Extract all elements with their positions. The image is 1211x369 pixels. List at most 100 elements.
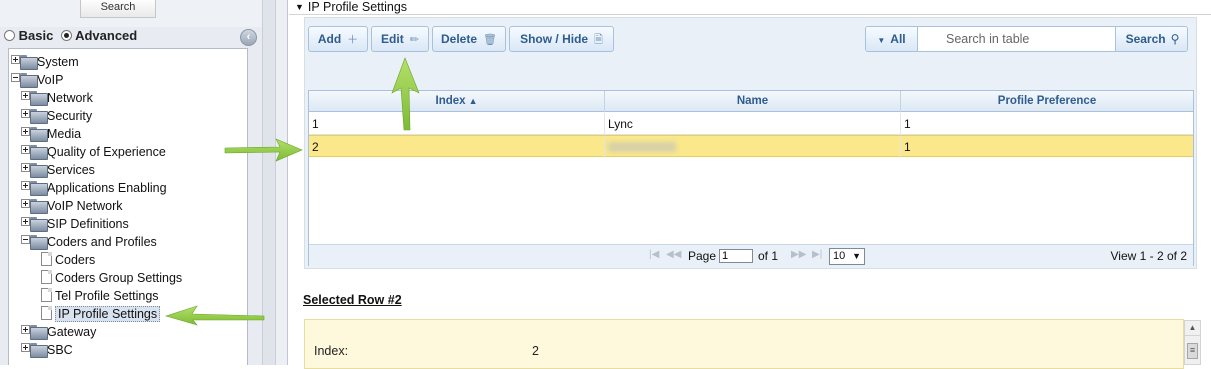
tree-item-voip[interactable]: VoIP <box>11 72 63 89</box>
folder-icon <box>30 199 48 214</box>
expand-icon[interactable] <box>21 127 30 136</box>
collapse-nav-button[interactable]: ‹ <box>240 29 257 46</box>
expand-icon[interactable] <box>21 181 30 190</box>
page-icon <box>41 306 52 320</box>
tree-item-sip-definitions[interactable]: SIP Definitions <box>21 216 129 233</box>
expand-icon[interactable] <box>21 217 30 226</box>
page-count-label: of 1 <box>758 249 779 263</box>
expand-icon[interactable] <box>21 325 30 334</box>
page-title-bar[interactable]: ▼ IP Profile Settings <box>289 0 1211 15</box>
collapse-triangle-icon[interactable]: ▼ <box>295 0 304 14</box>
left-navigation: Search Basic Advanced ‹ System VoIP Netw… <box>0 0 262 365</box>
selected-row-details: Index: 2 <box>304 319 1184 369</box>
nav-search-area: Search <box>0 0 262 27</box>
main-content: ▼ IP Profile Settings Add ＋ Edit ✏ Delete 🗑 … <box>289 0 1211 369</box>
page-number-input[interactable] <box>719 249 753 263</box>
pencil-icon: ✏ <box>409 34 419 46</box>
prev-page-icon[interactable]: ◀◀ <box>666 249 681 260</box>
redacted-name <box>608 142 676 152</box>
cell-profile-preference: 1 <box>904 140 911 154</box>
view-range-label: View 1 - 2 of 2 <box>1110 249 1188 263</box>
pane-splitter-inner <box>276 0 288 365</box>
details-scrollbar[interactable]: ▲ ≡ <box>1184 320 1201 365</box>
tree-item-quality-of-experience[interactable]: Quality of Experience <box>21 144 166 161</box>
tree-item-coders-and-profiles[interactable]: Coders and Profiles <box>21 234 157 251</box>
page-icon <box>41 252 52 266</box>
nav-search-button[interactable]: Search <box>80 0 156 18</box>
cell-name-obscured <box>605 136 901 158</box>
expand-icon[interactable] <box>21 199 30 208</box>
advanced-radio[interactable] <box>60 30 72 41</box>
cell-index: 1 <box>309 113 605 135</box>
folder-icon <box>30 181 48 196</box>
cell-index: 2 <box>309 136 605 158</box>
tree-item-applications-enabling[interactable]: Applications Enabling <box>21 180 167 197</box>
column-header-profile-preference[interactable]: Profile Preference <box>901 91 1193 112</box>
expand-icon[interactable] <box>11 55 20 64</box>
table-search-input[interactable] <box>919 27 1115 51</box>
tree-item-services[interactable]: Services <box>21 162 95 179</box>
tree-item-network[interactable]: Network <box>21 90 93 107</box>
add-button[interactable]: Add ＋ <box>308 26 368 52</box>
advanced-label[interactable]: Advanced <box>75 28 137 43</box>
table-header: Index ▲ Name Profile Preference <box>309 91 1193 112</box>
page-label: Page <box>688 249 717 263</box>
selected-row-title: Selected Row #2 <box>303 293 402 307</box>
tree-item-voip-network[interactable]: VoIP Network <box>21 198 123 215</box>
scroll-up-icon[interactable]: ▲ <box>1185 321 1200 336</box>
sort-asc-icon: ▲ <box>468 96 478 106</box>
tree-item-gateway[interactable]: Gateway <box>21 324 96 341</box>
collapse-icon[interactable] <box>11 73 20 82</box>
table-row[interactable]: 1 Lync 1 <box>309 113 1193 135</box>
folder-icon <box>30 91 48 106</box>
delete-button[interactable]: Delete 🗑 <box>432 26 506 52</box>
column-header-index[interactable]: Index ▲ <box>309 91 605 112</box>
tree-item-sbc[interactable]: SBC <box>21 342 73 359</box>
scroll-thumb[interactable]: ≡ <box>1187 343 1198 359</box>
tree-item-media[interactable]: Media <box>21 126 81 143</box>
plus-icon: ＋ <box>347 34 359 46</box>
expand-icon[interactable] <box>21 91 30 100</box>
filter-all-dropdown[interactable]: ▼ All <box>866 27 918 51</box>
basic-label[interactable]: Basic <box>19 28 54 43</box>
cell-name: Lync <box>605 113 901 135</box>
folder-icon <box>30 343 48 358</box>
page-icon <box>41 270 52 284</box>
first-page-icon[interactable]: |◀ <box>649 249 659 260</box>
navigation-tree: System VoIP Network Security Media Quali… <box>8 48 248 365</box>
tree-item-coders-group-settings[interactable]: Coders Group Settings <box>41 270 182 287</box>
table-search-button[interactable]: Search ⚲ <box>1115 27 1187 51</box>
expand-icon[interactable] <box>21 145 30 154</box>
tree-item-system[interactable]: System <box>11 54 79 71</box>
tree-item-ip-profile-settings[interactable]: IP Profile Settings <box>41 306 161 323</box>
collapse-icon[interactable] <box>21 235 30 244</box>
pane-splitter[interactable] <box>262 0 276 365</box>
cell-profile-preference: 1 <box>904 117 911 131</box>
expand-icon[interactable] <box>21 163 30 172</box>
expand-icon[interactable] <box>21 343 30 352</box>
next-page-icon[interactable]: ▶▶ <box>791 249 806 260</box>
mode-selector: Basic Advanced <box>4 28 261 48</box>
edit-button[interactable]: Edit ✏ <box>371 26 429 52</box>
folder-icon <box>30 145 48 160</box>
folder-icon <box>20 73 38 88</box>
expand-icon[interactable] <box>21 109 30 118</box>
folder-icon <box>30 325 48 340</box>
basic-radio[interactable] <box>4 30 15 41</box>
detail-value-index: 2 <box>532 344 539 358</box>
last-page-icon[interactable]: ▶| <box>812 249 822 260</box>
tree-item-coders[interactable]: Coders <box>41 252 95 269</box>
rows-per-page-select[interactable]: 10 ▼ <box>829 248 865 265</box>
table-filter-group: ▼All Search⚲ <box>865 26 1188 52</box>
tree-item-security[interactable]: Security <box>21 108 92 125</box>
folder-icon <box>30 217 48 232</box>
show-hide-button[interactable]: Show / Hide 🗎 <box>509 26 614 52</box>
page-icon <box>41 288 52 302</box>
table-row-selected[interactable]: 2 1 <box>309 135 1193 158</box>
detail-key-index: Index: <box>314 344 349 358</box>
folder-icon <box>30 109 48 124</box>
document-icon: 🗎 <box>594 34 603 46</box>
column-header-name[interactable]: Name <box>605 91 901 112</box>
tree-item-tel-profile-settings[interactable]: Tel Profile Settings <box>41 288 159 305</box>
chevron-down-icon: ▼ <box>852 251 861 261</box>
